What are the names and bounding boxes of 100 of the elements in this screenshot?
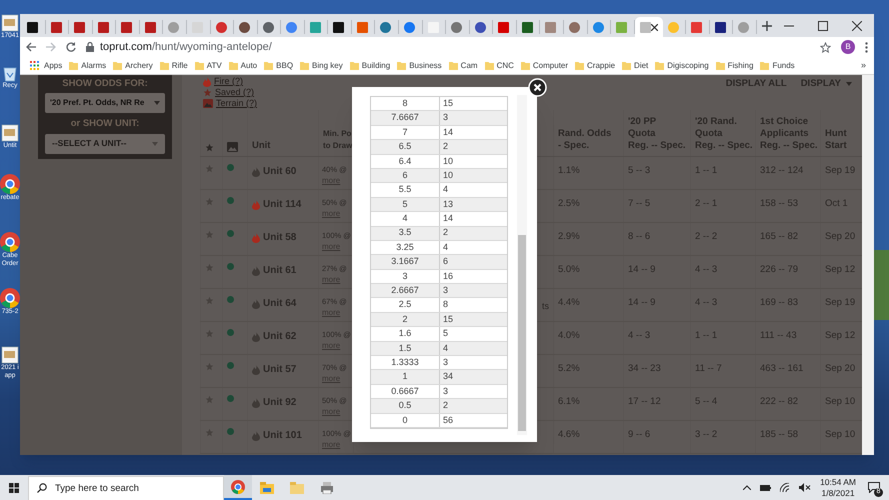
folder-icon [397,61,406,70]
points-cell-text: 1 [402,370,408,384]
points-cell-text: 0.5 [398,399,412,412]
volume-muted-icon[interactable] [799,483,812,492]
picture-icon [227,142,238,152]
reload-icon[interactable] [66,42,76,52]
star-icon [205,428,214,437]
file-explorer-icon[interactable] [260,482,274,494]
scrollbar-thumb[interactable] [518,235,526,431]
bookmark-folder[interactable]: Diet [622,60,648,72]
profile-avatar[interactable]: B [841,40,855,54]
applicants-cell-text: 16 [443,270,454,283]
applicants-cell-text: 4 [443,240,448,254]
folder-icon [575,61,584,70]
star-icon [205,395,214,404]
status-dot-icon [227,197,234,204]
bookmark-folder[interactable]: Bing key [300,60,343,72]
chrome-icon[interactable] [0,174,20,194]
status-dot-icon [227,329,234,336]
bookmark-star-icon[interactable] [820,42,831,52]
new-tab-icon[interactable] [762,21,772,31]
bookmark-folder[interactable]: Fishing [716,60,754,72]
points-cell-text: 5.5 [398,183,412,196]
maximize-icon[interactable] [818,20,828,30]
folder-icon [655,61,664,70]
star-icon [205,263,214,272]
folder-icon [716,61,725,70]
wifi-icon[interactable] [780,483,790,492]
points-cell-text: 1.6 [398,327,412,340]
points-cell-text: 3.1667 [391,255,419,268]
applicants-cell-text: 14 [443,212,454,226]
browser-tab[interactable] [634,17,663,37]
windows-start-icon[interactable] [9,482,19,492]
star-icon [205,329,214,338]
applicants-cell-text: 4 [443,342,448,355]
tab-close-icon[interactable] [650,24,658,30]
applicants-cell-text: 10 [443,154,454,168]
back-icon[interactable] [26,42,36,52]
chevron-up-icon[interactable] [743,485,752,490]
bookmark-folder[interactable]: BBQ [264,60,294,72]
points-cell-text: 2.6667 [391,284,419,298]
status-dot-icon [227,296,234,303]
bookmark-folder[interactable]: ATV [194,60,222,72]
folder-icon [622,61,632,70]
bookmark-folder[interactable]: Archery [113,60,153,72]
bookmark-folder[interactable]: Rifle [160,60,188,72]
odds-select[interactable]: '20 Pref. Pt. Odds, NR Re [45,93,165,114]
taskbar-search-field[interactable]: Type here to search [28,476,224,500]
star-icon [205,197,214,206]
chrome-taskbar-icon[interactable] [224,475,252,500]
bookmark-folder[interactable]: Business [397,60,442,72]
clock-date[interactable]: 1/8/2021 [821,488,855,498]
page-scrollbar[interactable] [862,75,874,455]
fire-icon [203,76,211,86]
applicants-cell-text: 56 [443,414,454,427]
status-dot-icon [227,395,234,402]
status-dot-icon [227,164,234,171]
bookmark-folder[interactable]: Auto [228,60,258,72]
battery-icon[interactable] [760,484,772,490]
close-icon[interactable] [852,20,862,30]
points-cell-text: 2.5 [398,298,412,312]
unit-select[interactable]: --SELECT A UNIT-- [45,134,165,154]
terrain-icon [203,99,213,108]
status-dot-icon [227,263,234,270]
document-icon[interactable] [1,14,19,32]
menu-icon[interactable] [865,42,868,52]
bookmark-folder[interactable]: Alarms [69,60,106,72]
caret-icon [152,142,158,146]
bookmark-folder[interactable]: Crappie [575,60,616,72]
bookmark-folder[interactable]: Funds [760,60,795,72]
points-cell-text: 4 [402,212,408,226]
points-cell-text: 8 [402,96,408,110]
applicants-cell-text: 15 [443,96,454,110]
star-icon [205,143,214,152]
bookmark-folder[interactable]: Computer [520,60,568,72]
folder-icon [264,61,274,70]
star-icon [203,88,212,97]
clock-time[interactable]: 10:54 AM [820,476,856,488]
applicants-cell-text: 8 [443,298,448,312]
bookmark-folder[interactable]: CNC [484,60,514,72]
caret-icon [154,101,160,106]
bookmark-folder[interactable]: Cam [448,60,478,72]
document-icon[interactable] [1,346,19,364]
status-dot-icon [227,428,234,435]
folder-icon [760,61,770,70]
apps-bookmark[interactable]: Apps [30,60,62,72]
chrome-icon[interactable] [0,232,20,252]
bookmark-folder[interactable]: Digiscoping [655,60,709,72]
star-icon [205,362,214,371]
modal-scrollbar[interactable] [517,95,527,435]
chrome-icon[interactable] [0,288,20,308]
folder-icon [228,61,238,70]
lock-icon[interactable] [86,42,94,52]
bookmarks-overflow[interactable]: » [860,58,866,72]
points-cell-text: 3.25 [396,240,414,254]
document-icon[interactable] [1,124,19,142]
url-field[interactable]: toprut.com/hunt/wyoming-antelope/ [100,38,272,56]
bookmark-folder[interactable]: Building [350,60,390,72]
island-photo-block [874,250,889,320]
printer-icon[interactable] [320,482,334,494]
